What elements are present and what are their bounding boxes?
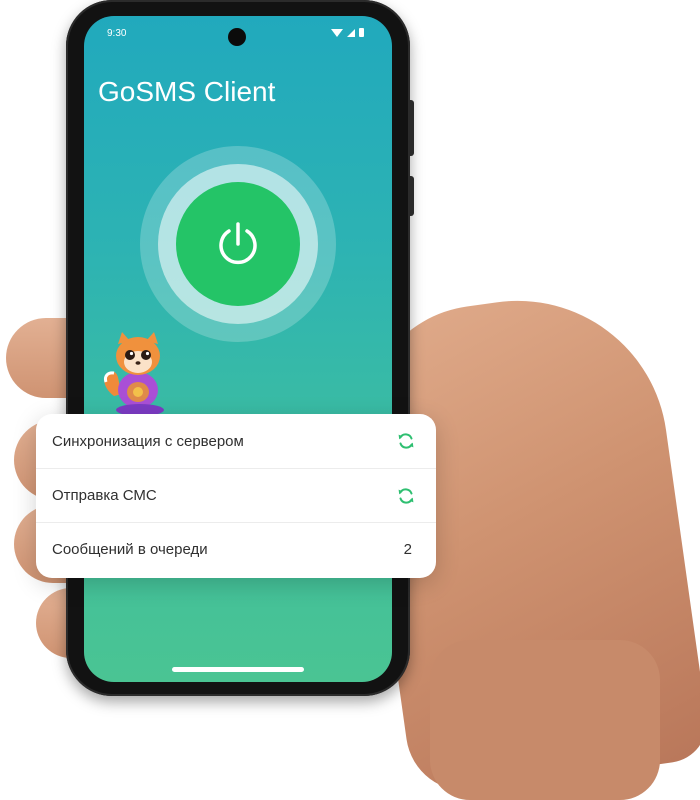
- power-icon: [212, 218, 264, 270]
- status-row-sync: Синхронизация с сервером: [36, 414, 436, 468]
- hand-wrist: [430, 640, 660, 800]
- status-card: Синхронизация с сервером Отправка СМС Со…: [36, 414, 436, 578]
- status-bar: 9:30: [84, 16, 392, 52]
- volume-button: [409, 100, 414, 156]
- home-indicator[interactable]: [172, 667, 304, 672]
- status-icons: [331, 28, 364, 37]
- row-label-sync: Синхронизация с сервером: [52, 432, 244, 450]
- app-title: GoSMS Client: [98, 76, 276, 107]
- status-row-queue: Сообщений в очереди 2: [36, 522, 436, 576]
- power-side-button: [409, 176, 414, 216]
- battery-icon: [359, 28, 364, 37]
- signal-icon: [347, 28, 355, 37]
- mascot-image: [100, 326, 174, 418]
- sync-icon: [396, 431, 416, 451]
- row-label-queue: Сообщений в очереди: [52, 541, 208, 558]
- front-camera: [228, 28, 246, 46]
- row-label-sms: Отправка СМС: [52, 487, 157, 504]
- phone-screen: 9:30 GoSMS Client: [84, 16, 392, 682]
- queue-count: 2: [403, 541, 412, 558]
- sync-icon: [396, 486, 416, 506]
- power-toggle-button[interactable]: [176, 182, 300, 306]
- status-row-sms: Отправка СМС: [36, 468, 436, 522]
- status-time: 9:30: [107, 28, 127, 39]
- wifi-icon: [331, 28, 343, 37]
